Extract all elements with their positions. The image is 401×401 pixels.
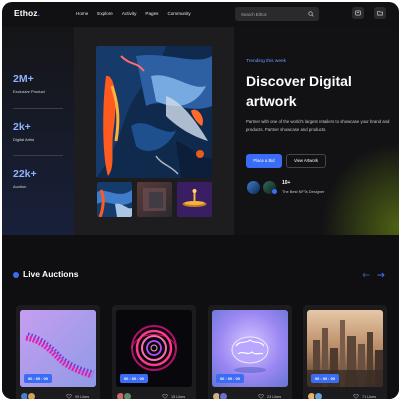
section-title: Live Auctions: [23, 269, 79, 279]
nav-item-activity[interactable]: Activity: [122, 11, 137, 16]
hero-title: Discover Digital artwork: [246, 73, 352, 109]
stat-value: 22k+: [13, 168, 37, 180]
thumbnail-image: [97, 182, 132, 217]
folder-button[interactable]: [374, 7, 386, 19]
nav-item-pages[interactable]: Pages: [145, 11, 158, 16]
stat-label: Exclusive Product: [13, 89, 45, 94]
auction-card[interactable]: 00 : 00 : 00 09 Likes: [16, 305, 100, 399]
thumbnail-image: [137, 182, 172, 217]
likes-count: 23 Likes: [267, 394, 282, 399]
card-footer: 09 Likes: [20, 392, 96, 399]
view-artwork-button[interactable]: View Artwork: [286, 154, 326, 168]
artwork-thumbnail[interactable]: [97, 182, 132, 217]
card-footer: 71 Likes: [307, 392, 383, 399]
heart-icon[interactable]: [66, 394, 72, 399]
artist-avatars[interactable]: [246, 180, 282, 196]
likes-count: 71 Likes: [362, 394, 377, 399]
app-window: Ethoz. Home Explore Activity Pages Commu…: [2, 2, 399, 399]
stat-artists: 2k+ Digital Artist: [13, 121, 63, 142]
stat-divider: [13, 155, 63, 156]
abstract-painting-image: [96, 46, 212, 178]
wallet-button[interactable]: [352, 7, 364, 19]
featured-artwork[interactable]: [96, 46, 212, 178]
avatar: [123, 392, 132, 399]
likes-count: 09 Likes: [75, 394, 90, 399]
arrow-left-icon[interactable]: [362, 272, 370, 278]
hero-eyebrow: Trending this week: [246, 59, 287, 64]
wallet-icon: [355, 10, 361, 16]
featured-art-panel: [74, 27, 234, 235]
hero-section: 2M+ Exclusive Product 2k+ Digital Artist…: [2, 27, 399, 235]
card-footer: 15 Likes: [116, 392, 192, 399]
artwork-thumbnail[interactable]: [137, 182, 172, 217]
stat-products: 2M+ Exclusive Product: [13, 73, 63, 94]
avatar: [246, 180, 261, 195]
auction-timer: 00 : 00 : 00: [216, 374, 244, 383]
artwork-thumbnail[interactable]: [177, 182, 212, 217]
auction-card[interactable]: 00 : 00 : 00 15 Likes: [112, 305, 196, 399]
brand-dot: .: [37, 8, 41, 18]
heart-icon[interactable]: [353, 394, 359, 399]
nav-item-community[interactable]: Community: [167, 11, 190, 16]
folder-icon: [377, 11, 383, 16]
auction-timer: 00 : 00 : 00: [311, 374, 339, 383]
auction-artwork: 00 : 00 : 00: [20, 310, 96, 387]
auction-artwork: 00 : 00 : 00: [307, 310, 383, 387]
top-nav: Ethoz. Home Explore Activity Pages Commu…: [2, 2, 399, 26]
main-menu: Home Explore Activity Pages Community: [76, 11, 191, 16]
search-placeholder: Search Ethoz: [241, 11, 267, 17]
nav-item-explore[interactable]: Explore: [97, 11, 113, 16]
avatar: [27, 392, 36, 399]
stat-divider: [13, 108, 63, 109]
avatar: [314, 392, 323, 399]
live-indicator-icon: [13, 272, 19, 278]
place-bid-button[interactable]: Place a Bid: [246, 154, 282, 168]
heart-icon[interactable]: [162, 394, 168, 399]
card-footer: 23 Likes: [212, 392, 288, 399]
stat-label: Digital Artist: [13, 137, 35, 142]
auction-timer: 00 : 00 : 00: [120, 374, 148, 383]
auction-card[interactable]: 00 : 00 : 00 23 Likes: [208, 305, 292, 399]
hero-description: Partner with one of the world's largest …: [246, 119, 390, 132]
search-input[interactable]: Search Ethoz: [235, 7, 319, 21]
hero-content: Trending this week Discover Digital artw…: [246, 27, 391, 235]
live-auctions-section: Live Auctions 00 : 00 : 00 09 Likes 00:…: [2, 235, 399, 399]
auction-timer: 00 : 00 : 00: [24, 374, 52, 383]
arrow-right-icon[interactable]: [377, 272, 385, 278]
thumbnail-image: [177, 182, 212, 217]
verified-badge-icon: [272, 189, 277, 194]
heart-icon[interactable]: [258, 394, 264, 399]
search-icon: [308, 10, 314, 17]
avatar: [219, 392, 228, 399]
stat-value: 2k+: [13, 121, 31, 133]
stats-column: 2M+ Exclusive Product 2k+ Digital Artist…: [2, 27, 74, 235]
auction-artwork: 00 : 00 : 00: [212, 310, 288, 387]
artists-count: 10+: [282, 180, 291, 186]
screenshot-frame: Ethoz. Home Explore Activity Pages Commu…: [0, 0, 401, 401]
brand-logo[interactable]: Ethoz.: [14, 8, 40, 18]
auction-artwork: 00 : 00 : 00: [116, 310, 192, 387]
stat-label: Auction: [13, 184, 27, 189]
stat-auction: 22k+ Auction: [13, 168, 63, 189]
likes-count: 15 Likes: [171, 394, 186, 399]
artists-label: The Best NFTs Designer: [282, 189, 325, 194]
stat-value: 2M+: [13, 73, 34, 85]
nav-item-home[interactable]: Home: [76, 11, 88, 16]
auction-card[interactable]: 00 : 00 : 00 71 Likes: [303, 305, 387, 399]
brand-name: Ethoz: [14, 8, 38, 18]
